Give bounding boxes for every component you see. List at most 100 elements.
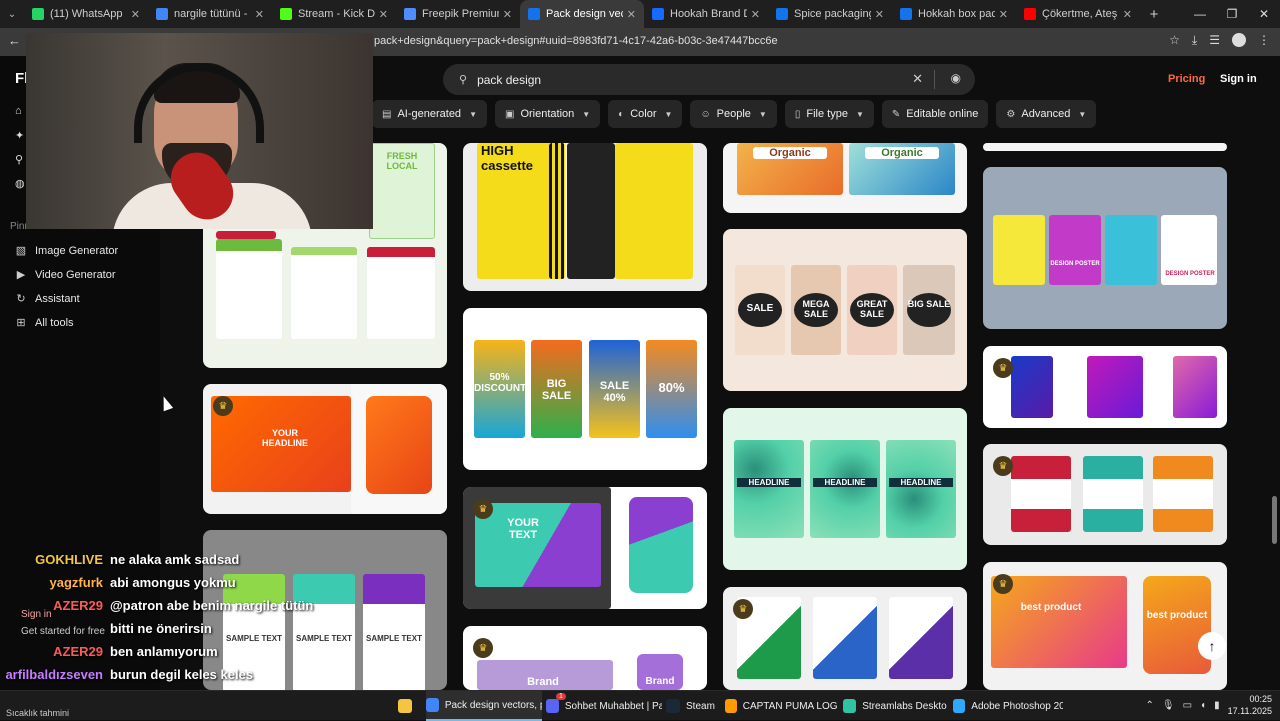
premium-crown-icon: ♛ — [473, 638, 493, 658]
package-mockup — [475, 503, 601, 587]
clear-search-icon[interactable]: ✕ — [912, 71, 923, 87]
filter-file-type-button[interactable]: ▯ File type ▼ — [784, 100, 874, 128]
browser-tab[interactable]: Freepik Premium — F ✕ — [396, 0, 520, 28]
filter-color-button[interactable]: ◐ Color ▼ — [608, 100, 683, 128]
weather-widget[interactable]: Sıcaklık tahmini — [6, 691, 69, 721]
pricing-link[interactable]: Pricing — [1168, 73, 1205, 85]
window-controls: — ❐ ✕ — [1184, 0, 1280, 28]
maximize-icon[interactable]: ❐ — [1216, 0, 1248, 28]
package-mockup — [886, 440, 956, 538]
chevron-up-icon[interactable]: ⌃ — [1146, 700, 1154, 711]
page-scrollbar[interactable] — [1272, 496, 1277, 544]
taskbar-app-button[interactable]: Adobe Photoshop 2024 — [953, 691, 1063, 721]
result-card-top[interactable] — [983, 143, 1227, 151]
taskbar-app-button[interactable]: Pack design vectors, ph — [426, 691, 542, 721]
browser-tab[interactable]: nargile tütünü - Goo ✕ — [148, 0, 272, 28]
result-card-best-product[interactable]: best product best product ♛ — [983, 562, 1227, 690]
tab-favicon-icon — [280, 8, 292, 20]
camera-search-icon[interactable]: ◉ — [951, 71, 961, 85]
tab-close-icon[interactable]: ✕ — [503, 8, 512, 21]
filter-editable-online-button[interactable]: ✎ Editable online — [881, 100, 989, 128]
battery-icon[interactable]: ▮ — [1214, 700, 1220, 711]
new-tab-button[interactable]: + — [1140, 6, 1168, 23]
bookmark-star-icon[interactable]: ☆ — [1169, 33, 1180, 48]
notification-badge: 1 — [556, 693, 566, 700]
result-card-chip-bag[interactable]: YOUR HEADLINE ♛ — [203, 384, 447, 514]
filter-orientation-button[interactable]: ▣ Orientation ▼ — [494, 100, 601, 128]
tab-close-icon[interactable]: ✕ — [379, 8, 388, 21]
browser-tab[interactable]: Spice packaging box ✕ — [768, 0, 892, 28]
package-mockup — [1011, 456, 1071, 532]
sparkle-icon[interactable]: ✦ — [15, 129, 24, 142]
back-arrow-icon[interactable]: ← — [8, 33, 21, 48]
globe-icon[interactable]: ◍ — [15, 177, 25, 190]
browser-tab[interactable]: (11) WhatsApp ✕ — [24, 0, 148, 28]
premium-crown-icon: ♛ — [993, 456, 1013, 476]
chat-message: GOKHLIVE ne alaka amk sadsad — [0, 552, 239, 567]
result-card-sale-banners[interactable]: 50% DISCOUNT BIG SALE SALE 40% 80% — [463, 308, 707, 470]
tab-close-icon[interactable]: ✕ — [999, 8, 1008, 21]
taskbar-app-button[interactable]: Steam — [666, 691, 718, 721]
package-mockup — [363, 574, 425, 690]
taskbar-app-button[interactable]: Streamlabs Desktop — [843, 691, 947, 721]
filter-people-button[interactable]: ☺ People ▼ — [690, 100, 777, 128]
browser-tab[interactable]: Stream - Kick Dashbo ✕ — [272, 0, 396, 28]
result-card-headline-waves[interactable]: HEADLINE HEADLINE HEADLINE — [723, 408, 967, 570]
assistant-icon: ↻ — [16, 293, 26, 305]
result-card-organic[interactable]: Organic Organic — [723, 143, 967, 213]
search-input[interactable] — [477, 72, 898, 87]
sidebar-item-video-generator[interactable]: ▶ Video Generator — [14, 268, 116, 282]
result-card-pouches[interactable]: ♛ — [983, 444, 1227, 545]
browser-tab[interactable]: Pack design vectors, ✕ — [520, 0, 644, 28]
result-card-box-packs[interactable]: ♛ — [723, 587, 967, 690]
browser-tab[interactable]: Hokkah box pack de ✕ — [892, 0, 1016, 28]
volume-icon[interactable]: ◖ — [1200, 700, 1206, 711]
result-card-cassette[interactable]: HIGH cassette — [463, 143, 707, 291]
chat-message: bitti ne önerirsin — [0, 621, 212, 636]
close-window-icon[interactable]: ✕ — [1248, 0, 1280, 28]
card-text: best product — [1020, 602, 1082, 613]
more-menu-icon[interactable]: ⋮ — [1258, 33, 1270, 48]
taskbar-app-button[interactable]: CAPTAN PUMA LOGO C — [725, 691, 837, 721]
search-icon[interactable]: ⚲ — [15, 153, 23, 166]
reading-list-icon[interactable]: ☰ — [1209, 33, 1220, 48]
result-card-your-text[interactable]: YOUR TEXT ♛ — [463, 487, 707, 609]
sidebar-item-all-tools[interactable]: ⊞ All tools — [14, 316, 73, 330]
package-mockup — [813, 597, 877, 679]
network-icon[interactable]: ▭ — [1183, 700, 1192, 711]
tab-close-icon[interactable]: ✕ — [875, 8, 884, 21]
result-card-abstract[interactable]: ♛ — [983, 346, 1227, 428]
browser-tab[interactable]: Hookah Brand Desig ✕ — [644, 0, 768, 28]
download-icon[interactable]: ⤓ — [1192, 33, 1197, 48]
filter-ai-generated-button[interactable]: ▤ AI-generated ▼ — [372, 100, 487, 128]
result-card-summer-sale[interactable]: SALE MEGA SALE GREAT SALE BIG SALE — [723, 229, 967, 391]
filter-advanced-button[interactable]: ⚙ Advanced ▼ — [996, 100, 1097, 128]
header-signin-button[interactable]: Sign in — [1220, 73, 1257, 85]
tab-close-icon[interactable]: ✕ — [255, 8, 264, 21]
browser-tab[interactable]: Çökertme, Ateş A ✕ — [1016, 0, 1140, 28]
file-explorer-icon[interactable] — [398, 691, 418, 721]
scroll-to-top-button[interactable]: ↑ — [1198, 632, 1226, 660]
filter-label: File type — [806, 108, 848, 120]
tab-close-icon[interactable]: ✕ — [627, 8, 636, 21]
tab-search-chevron-icon[interactable]: ⌄ — [0, 0, 24, 28]
filter-icon: ▯ — [794, 108, 801, 120]
home-icon[interactable]: ⌂ — [15, 105, 22, 117]
url-text[interactable]: pack+design&query=pack+design#uuid=8983f… — [374, 35, 778, 47]
taskbar-app-button[interactable]: Sohbet Muhabbet | Patr 1 — [546, 691, 662, 721]
tab-close-icon[interactable]: ✕ — [131, 8, 140, 21]
sidebar-item-image-generator[interactable]: ▧ Image Generator — [14, 244, 118, 258]
sidebar-item-assistant[interactable]: ↻ Assistant — [14, 292, 79, 306]
app-icon — [843, 699, 857, 713]
tab-close-icon[interactable]: ✕ — [1123, 8, 1132, 21]
minimize-icon[interactable]: — — [1184, 0, 1216, 28]
microphone-icon[interactable]: 🎙 — [1162, 700, 1175, 711]
clock[interactable]: 00:25 17.11.2025 — [1228, 693, 1272, 717]
result-card-brand[interactable]: Brand Brand ♛ — [463, 626, 707, 690]
profile-avatar[interactable] — [1232, 33, 1246, 47]
weather-text: Sıcaklık tahmini — [6, 708, 70, 718]
result-card-design-poster[interactable]: DESIGN POSTER DESIGN POSTER — [983, 167, 1227, 329]
tab-close-icon[interactable]: ✕ — [751, 8, 760, 21]
clock-time: 00:25 — [1249, 694, 1272, 704]
filter-icon: ✎ — [891, 108, 901, 120]
